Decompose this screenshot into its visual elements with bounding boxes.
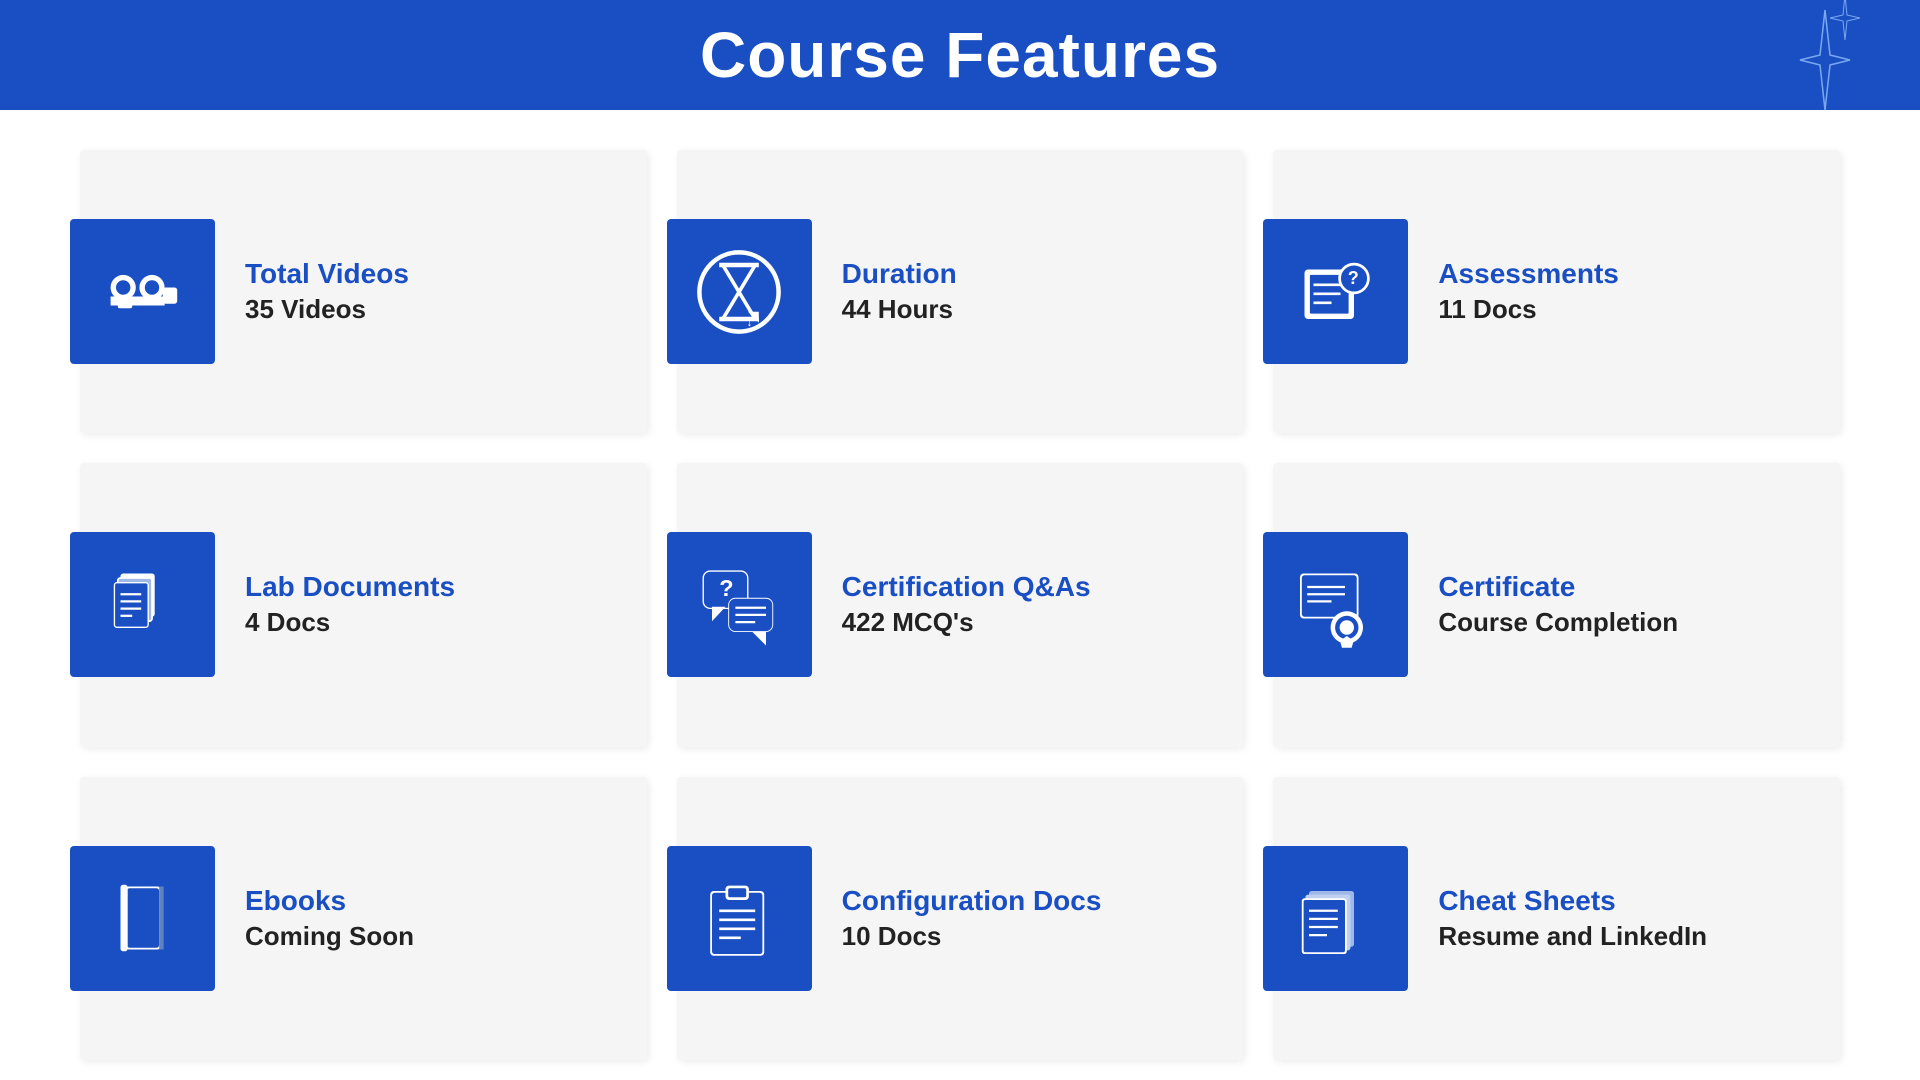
cheat-sheets-text: Cheat Sheets Resume and LinkedIn xyxy=(1438,885,1707,952)
total-videos-label: Total Videos xyxy=(245,258,409,290)
configuration-docs-text: Configuration Docs 10 Docs xyxy=(842,885,1102,952)
ebooks-label: Ebooks xyxy=(245,885,414,917)
feature-card-certification-qas: ? Certification Q&As 422 MCQ's xyxy=(677,463,1244,746)
feature-card-total-videos: Total Videos 35 Videos xyxy=(80,150,647,433)
configuration-docs-value: 10 Docs xyxy=(842,921,1102,952)
configuration-docs-label: Configuration Docs xyxy=(842,885,1102,917)
cheat-sheets-label: Cheat Sheets xyxy=(1438,885,1707,917)
ebooks-text: Ebooks Coming Soon xyxy=(245,885,414,952)
total-videos-icon-box xyxy=(70,219,215,364)
assessments-text: Assessments 11 Docs xyxy=(1438,258,1619,325)
lab-documents-value: 4 Docs xyxy=(245,607,455,638)
feature-card-configuration-docs: Configuration Docs 10 Docs xyxy=(677,777,1244,1060)
total-videos-value: 35 Videos xyxy=(245,294,409,325)
feature-card-cheat-sheets: Cheat Sheets Resume and LinkedIn xyxy=(1273,777,1840,1060)
feature-card-lab-documents: Lab Documents 4 Docs xyxy=(80,463,647,746)
cheat-sheets-value: Resume and LinkedIn xyxy=(1438,921,1707,952)
svg-text:↓: ↓ xyxy=(746,315,752,329)
certificate-icon-box xyxy=(1263,532,1408,677)
certificate-label: Certificate xyxy=(1438,571,1678,603)
feature-card-assessments: ? Assessments 11 Docs xyxy=(1273,150,1840,433)
feature-card-duration: ↓ Duration 44 Hours xyxy=(677,150,1244,433)
star-decoration-icon xyxy=(1720,0,1860,130)
duration-icon-box: ↓ xyxy=(667,219,812,364)
certification-qas-label: Certification Q&As xyxy=(842,571,1091,603)
assessments-value: 11 Docs xyxy=(1438,294,1619,325)
certification-qas-icon-box: ? xyxy=(667,532,812,677)
duration-label: Duration xyxy=(842,258,957,290)
duration-value: 44 Hours xyxy=(842,294,957,325)
cheat-sheets-icon-box xyxy=(1263,846,1408,991)
feature-card-ebooks: Ebooks Coming Soon xyxy=(80,777,647,1060)
certification-qas-text: Certification Q&As 422 MCQ's xyxy=(842,571,1091,638)
assessments-icon-box: ? xyxy=(1263,219,1408,364)
certificate-text: Certificate Course Completion xyxy=(1438,571,1678,638)
certificate-value: Course Completion xyxy=(1438,607,1678,638)
lab-documents-label: Lab Documents xyxy=(245,571,455,603)
ebooks-value: Coming Soon xyxy=(245,921,414,952)
lab-documents-icon-box xyxy=(70,532,215,677)
page-title: Course Features xyxy=(700,18,1220,92)
svg-text:?: ? xyxy=(1348,268,1359,288)
duration-text: Duration 44 Hours xyxy=(842,258,957,325)
total-videos-text: Total Videos 35 Videos xyxy=(245,258,409,325)
features-grid: Total Videos 35 Videos ↓ Duration 44 Hours… xyxy=(0,110,1920,1080)
certification-qas-value: 422 MCQ's xyxy=(842,607,1091,638)
assessments-label: Assessments xyxy=(1438,258,1619,290)
page-header: Course Features xyxy=(0,0,1920,110)
lab-documents-text: Lab Documents 4 Docs xyxy=(245,571,455,638)
feature-card-certificate: Certificate Course Completion xyxy=(1273,463,1840,746)
ebooks-icon-box xyxy=(70,846,215,991)
configuration-docs-icon-box xyxy=(667,846,812,991)
svg-text:?: ? xyxy=(719,575,733,601)
